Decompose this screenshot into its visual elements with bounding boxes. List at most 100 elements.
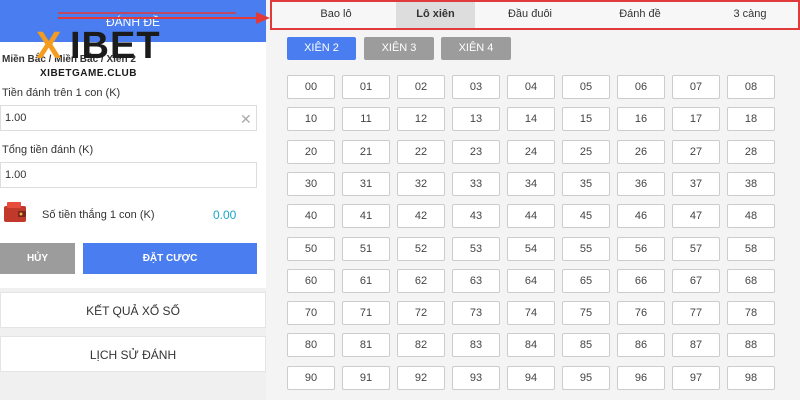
- number-cell[interactable]: 70: [287, 301, 335, 325]
- number-cell[interactable]: 61: [342, 269, 390, 293]
- number-cell[interactable]: 83: [452, 333, 500, 357]
- number-cell[interactable]: 87: [672, 333, 720, 357]
- stake-input[interactable]: [0, 105, 257, 131]
- place-bet-button[interactable]: ĐẶT CƯỢC: [83, 243, 257, 274]
- number-cell[interactable]: 25: [562, 140, 610, 164]
- number-cell[interactable]: 78: [727, 301, 775, 325]
- number-cell[interactable]: 48: [727, 204, 775, 228]
- number-cell[interactable]: 62: [397, 269, 445, 293]
- number-cell[interactable]: 96: [617, 366, 665, 390]
- tab-dau-duoi[interactable]: Đầu đuôi: [475, 2, 585, 28]
- number-cell[interactable]: 07: [672, 75, 720, 99]
- number-cell[interactable]: 50: [287, 237, 335, 261]
- number-cell[interactable]: 82: [397, 333, 445, 357]
- number-cell[interactable]: 45: [562, 204, 610, 228]
- number-cell[interactable]: 20: [287, 140, 335, 164]
- number-cell[interactable]: 32: [397, 172, 445, 196]
- number-cell[interactable]: 12: [397, 107, 445, 131]
- number-cell[interactable]: 22: [397, 140, 445, 164]
- number-cell[interactable]: 46: [617, 204, 665, 228]
- number-cell[interactable]: 60: [287, 269, 335, 293]
- number-cell[interactable]: 72: [397, 301, 445, 325]
- number-cell[interactable]: 67: [672, 269, 720, 293]
- number-cell[interactable]: 92: [397, 366, 445, 390]
- tab-danh-de[interactable]: Đánh đề: [585, 2, 695, 28]
- number-cell[interactable]: 90: [287, 366, 335, 390]
- cancel-button[interactable]: HỦY: [0, 243, 75, 274]
- number-cell[interactable]: 21: [342, 140, 390, 164]
- number-cell[interactable]: 37: [672, 172, 720, 196]
- number-cell[interactable]: 35: [562, 172, 610, 196]
- number-cell[interactable]: 52: [397, 237, 445, 261]
- number-cell[interactable]: 31: [342, 172, 390, 196]
- number-cell[interactable]: 53: [452, 237, 500, 261]
- number-cell[interactable]: 56: [617, 237, 665, 261]
- tab-lo-xien[interactable]: Lô xiên: [396, 2, 475, 28]
- number-cell[interactable]: 86: [617, 333, 665, 357]
- number-cell[interactable]: 05: [562, 75, 610, 99]
- number-cell[interactable]: 11: [342, 107, 390, 131]
- number-cell[interactable]: 81: [342, 333, 390, 357]
- number-cell[interactable]: 41: [342, 204, 390, 228]
- number-cell[interactable]: 95: [562, 366, 610, 390]
- lottery-results-button[interactable]: KẾT QUẢ XỔ SỐ: [0, 292, 266, 328]
- total-input[interactable]: [0, 162, 257, 188]
- clear-icon[interactable]: ✕: [240, 111, 252, 128]
- number-cell[interactable]: 71: [342, 301, 390, 325]
- bet-history-button[interactable]: LỊCH SỬ ĐÁNH: [0, 336, 266, 372]
- number-cell[interactable]: 91: [342, 366, 390, 390]
- number-cell[interactable]: 02: [397, 75, 445, 99]
- number-cell[interactable]: 42: [397, 204, 445, 228]
- number-cell[interactable]: 55: [562, 237, 610, 261]
- number-cell[interactable]: 38: [727, 172, 775, 196]
- tab-3-cang[interactable]: 3 càng: [695, 2, 800, 28]
- number-cell[interactable]: 36: [617, 172, 665, 196]
- number-cell[interactable]: 14: [507, 107, 555, 131]
- number-cell[interactable]: 01: [342, 75, 390, 99]
- number-cell[interactable]: 23: [452, 140, 500, 164]
- number-cell[interactable]: 76: [617, 301, 665, 325]
- number-cell[interactable]: 57: [672, 237, 720, 261]
- number-cell[interactable]: 03: [452, 75, 500, 99]
- number-cell[interactable]: 94: [507, 366, 555, 390]
- number-cell[interactable]: 43: [452, 204, 500, 228]
- number-cell[interactable]: 54: [507, 237, 555, 261]
- number-cell[interactable]: 26: [617, 140, 665, 164]
- number-cell[interactable]: 97: [672, 366, 720, 390]
- number-cell[interactable]: 15: [562, 107, 610, 131]
- number-cell[interactable]: 64: [507, 269, 555, 293]
- xien-2-button[interactable]: XIÊN 2: [287, 37, 356, 60]
- number-cell[interactable]: 18: [727, 107, 775, 131]
- number-cell[interactable]: 40: [287, 204, 335, 228]
- number-cell[interactable]: 44: [507, 204, 555, 228]
- number-cell[interactable]: 74: [507, 301, 555, 325]
- number-cell[interactable]: 13: [452, 107, 500, 131]
- number-cell[interactable]: 27: [672, 140, 720, 164]
- number-cell[interactable]: 28: [727, 140, 775, 164]
- number-cell[interactable]: 88: [727, 333, 775, 357]
- xien-4-button[interactable]: XIÊN 4: [441, 37, 511, 60]
- number-cell[interactable]: 66: [617, 269, 665, 293]
- number-cell[interactable]: 84: [507, 333, 555, 357]
- number-cell[interactable]: 16: [617, 107, 665, 131]
- number-cell[interactable]: 00: [287, 75, 335, 99]
- number-cell[interactable]: 65: [562, 269, 610, 293]
- number-cell[interactable]: 30: [287, 172, 335, 196]
- number-cell[interactable]: 34: [507, 172, 555, 196]
- number-cell[interactable]: 24: [507, 140, 555, 164]
- number-cell[interactable]: 33: [452, 172, 500, 196]
- xien-3-button[interactable]: XIÊN 3: [364, 37, 434, 60]
- number-cell[interactable]: 58: [727, 237, 775, 261]
- number-cell[interactable]: 80: [287, 333, 335, 357]
- number-cell[interactable]: 93: [452, 366, 500, 390]
- number-cell[interactable]: 85: [562, 333, 610, 357]
- tab-bao-lo[interactable]: Bao lô: [272, 2, 400, 28]
- number-cell[interactable]: 68: [727, 269, 775, 293]
- number-cell[interactable]: 51: [342, 237, 390, 261]
- number-cell[interactable]: 10: [287, 107, 335, 131]
- number-cell[interactable]: 08: [727, 75, 775, 99]
- number-cell[interactable]: 98: [727, 366, 775, 390]
- number-cell[interactable]: 77: [672, 301, 720, 325]
- number-cell[interactable]: 75: [562, 301, 610, 325]
- number-cell[interactable]: 63: [452, 269, 500, 293]
